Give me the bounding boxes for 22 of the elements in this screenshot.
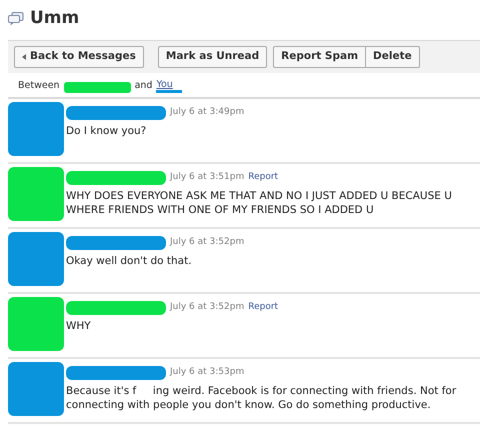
toolbar-button[interactable]: Mark as Unread xyxy=(158,46,268,68)
toolbar-button[interactable]: Report Spam xyxy=(273,46,366,68)
message-text: Do I know you? xyxy=(66,124,148,138)
message-text: WHY DOES EVERYONE ASK ME THAT AND NO I JUST ADDED U BECAUSE U WHERE FRIENDS WITH ONE OF MY FRIENDS SO I ADDED U xyxy=(66,189,453,217)
participants-label: Between xyxy=(18,78,60,93)
message-text: WHY xyxy=(66,319,92,333)
message-text: Okay well don't do that. xyxy=(66,254,193,268)
message-time: July 6 at 3:49pm xyxy=(170,106,244,120)
message-time: July 6 at 3:53pm xyxy=(170,366,244,380)
message-text: Because it's f ing weird. Facebook is for connecting with friends. Not for connecting with people you don't know. Go do something productive. xyxy=(66,384,458,412)
toolbar-button[interactable]: Delete xyxy=(366,46,420,68)
report-link[interactable]: Report xyxy=(248,301,278,315)
speech-bubbles-icon xyxy=(8,12,24,26)
report-link[interactable]: Report xyxy=(248,171,278,185)
message-time: July 6 at 3:52pm xyxy=(170,236,244,250)
thread-title: Umm xyxy=(30,7,80,30)
caret-icon xyxy=(22,54,26,60)
message-time: July 6 at 3:52pm xyxy=(170,301,244,314)
participants-label: and xyxy=(134,78,152,93)
you-link[interactable]: You xyxy=(156,79,182,90)
back-button[interactable]: Back to Messages xyxy=(14,46,144,68)
message-time: July 6 at 3:51pm xyxy=(170,171,244,184)
